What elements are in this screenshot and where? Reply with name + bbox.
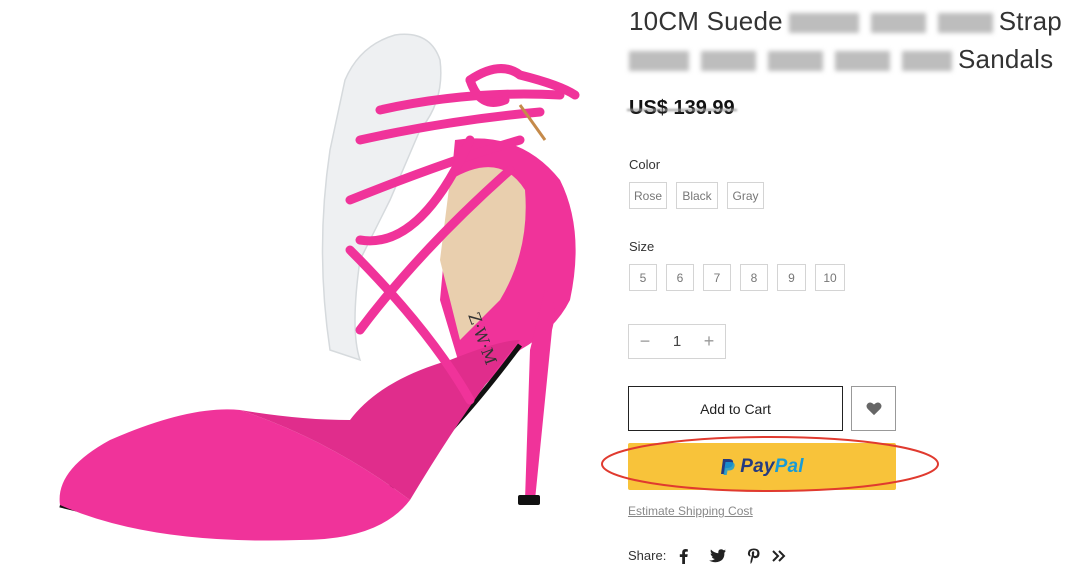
blurred-text [937, 13, 993, 34]
blurred-text [788, 13, 859, 34]
product-title-line-2: Sandals [629, 44, 1053, 75]
size-option-8[interactable]: 8 [740, 264, 768, 291]
size-option-7[interactable]: 7 [703, 264, 731, 291]
quantity-input[interactable]: 1 [661, 333, 693, 350]
title-text-start: 10CM Suede [629, 6, 783, 36]
add-to-cart-button[interactable]: Add to Cart [628, 386, 843, 431]
estimate-shipping-link[interactable]: Estimate Shipping Cost [628, 504, 753, 518]
size-label: Size [629, 239, 655, 254]
title-text-end: Strap [998, 6, 1062, 36]
color-option-black[interactable]: Black [676, 182, 718, 209]
pinterest-icon[interactable] [742, 546, 764, 566]
heart-icon [866, 402, 881, 416]
highlight-ellipse [601, 436, 939, 492]
wishlist-button[interactable] [851, 386, 896, 431]
price: US$ 139.99 [629, 97, 735, 119]
size-option-9[interactable]: 9 [777, 264, 806, 291]
blurred-text [835, 51, 890, 72]
twitter-icon[interactable] [706, 546, 728, 566]
share-label: Share: [628, 548, 667, 563]
blurred-text [870, 13, 926, 34]
facebook-icon[interactable] [672, 546, 694, 566]
color-label: Color [629, 157, 661, 172]
product-image: Z·W·M [59, 33, 580, 541]
size-option-6[interactable]: 6 [666, 264, 694, 291]
quantity-decrease-button[interactable]: − [629, 331, 661, 352]
color-option-gray[interactable]: Gray [727, 182, 764, 209]
size-option-5[interactable]: 5 [629, 264, 657, 291]
size-option-10[interactable]: 10 [815, 264, 845, 291]
blurred-text [768, 51, 823, 72]
color-option-rose[interactable]: Rose [629, 182, 667, 209]
title-text-end: Sandals [958, 44, 1054, 74]
blurred-text [902, 51, 952, 72]
blurred-text [629, 51, 689, 72]
more-icon[interactable] [768, 546, 790, 566]
quantity-stepper: − 1 + [628, 324, 726, 359]
quantity-increase-button[interactable]: + [693, 331, 725, 352]
blurred-text [701, 51, 756, 72]
product-title-line-1: 10CM Suede Strap [629, 6, 1062, 37]
